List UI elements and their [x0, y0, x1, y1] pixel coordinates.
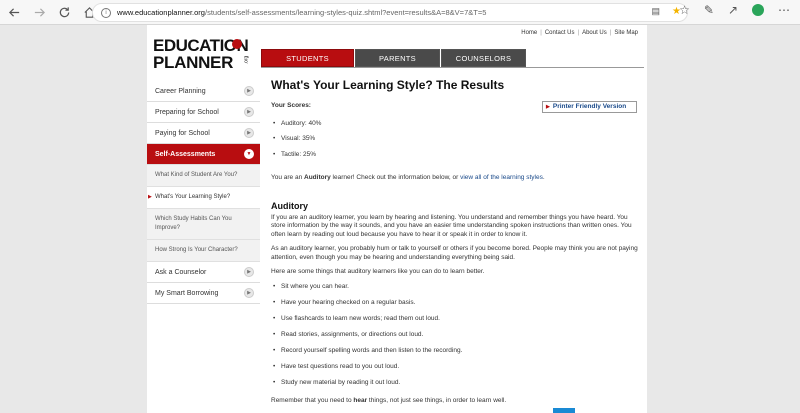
sidebar-item-self-assessments[interactable]: Self-Assessments ▼ — [147, 144, 260, 165]
result-end: . — [542, 174, 545, 181]
sidebar-item-label: Career Planning — [155, 87, 206, 95]
list-item: Record yourself spelling words and then … — [271, 347, 641, 363]
printer-friendly-button[interactable]: ▶ Printer Friendly Version — [542, 101, 637, 113]
share-icon[interactable]: ↗ — [728, 3, 738, 17]
list-item: Have your hearing checked on a regular b… — [271, 299, 641, 315]
site-info-icon[interactable]: i — [101, 7, 111, 18]
more-menu-icon[interactable]: ⋯ — [778, 3, 790, 17]
page-title: What's Your Learning Style? The Results — [271, 78, 505, 92]
sidebar-item-label: Self-Assessments — [155, 150, 216, 158]
chevron-right-icon: ▶ — [244, 288, 254, 298]
contact-us-link[interactable]: Contact Us — [542, 30, 578, 36]
view-all-learning-styles-link[interactable]: view all of the learning styles — [460, 174, 543, 181]
utility-nav: Home | Contact Us | About Us | Site Map — [518, 30, 641, 36]
url-path: /students/self-assessments/learning-styl… — [204, 8, 487, 17]
auditory-paragraph-1: If you are an auditory learner, you lear… — [271, 213, 632, 238]
printer-friendly-label: Printer Friendly Version — [552, 102, 627, 110]
arrow-right-icon: ▶ — [546, 103, 550, 110]
result-prefix: You are an — [271, 174, 305, 181]
logo-line-2: PLANNER — [153, 53, 234, 72]
profile-avatar[interactable] — [752, 4, 764, 16]
list-item: Sit where you can hear. — [271, 283, 641, 299]
sidebar-item-label: Paying for School — [155, 129, 210, 137]
remember-suffix: things, not just see things, in order to… — [367, 396, 507, 404]
tab-counselors[interactable]: COUNSELORS — [441, 49, 526, 67]
sidebar-item-ask-a-counselor[interactable]: Ask a Counselor ▶ — [147, 262, 260, 283]
list-item: Read stories, assignments, or directions… — [271, 331, 641, 347]
home-link[interactable]: Home — [518, 30, 540, 36]
logo-suffix: .org — [243, 55, 250, 65]
result-mid: learner! Check out the information below… — [330, 174, 461, 181]
sidebar-sub-study-habits[interactable]: Which Study Habits Can You Improve? — [147, 209, 260, 240]
sidebar-sub-what-kind-of-student[interactable]: What Kind of Student Are You? — [147, 165, 260, 187]
forward-icon[interactable] — [28, 1, 50, 23]
score-visual: Visual: 35% — [271, 135, 641, 151]
chevron-right-icon: ▶ — [244, 86, 254, 96]
remember-prefix: Remember that you need to — [271, 396, 354, 404]
score-tactile: Tactile: 25% — [271, 151, 641, 167]
score-auditory: Auditory: 40% — [271, 120, 641, 136]
result-summary: You are an Auditory learner! Check out t… — [271, 174, 641, 183]
browser-toolbar: i www.educationplanner.org/students/self… — [0, 0, 800, 25]
address-bar[interactable]: i www.educationplanner.org/students/self… — [92, 3, 688, 22]
tab-parents[interactable]: PARENTS — [355, 49, 440, 67]
chevron-right-icon: ▶ — [244, 107, 254, 117]
list-item: Study new material by reading it out lou… — [271, 379, 641, 395]
tab-students[interactable]: STUDENTS — [261, 49, 354, 67]
footer-button[interactable] — [553, 408, 575, 413]
list-item: Have test questions read to you out loud… — [271, 363, 641, 379]
sidebar-sub-learning-style[interactable]: What's Your Learning Style? — [147, 187, 260, 209]
site-logo[interactable]: EDUCATION PLANNER .org — [153, 37, 253, 75]
sidebar-item-label: Ask a Counselor — [155, 268, 207, 276]
back-icon[interactable] — [3, 1, 25, 23]
sidebar-item-label: Preparing for School — [155, 108, 219, 116]
sidebar-item-paying-for-school[interactable]: Paying for School ▶ — [147, 123, 260, 144]
sidebar-item-my-smart-borrowing[interactable]: My Smart Borrowing ▶ — [147, 283, 260, 304]
reading-list-icon[interactable]: ✎ — [704, 3, 714, 17]
refresh-icon[interactable] — [53, 1, 75, 23]
about-us-link[interactable]: About Us — [579, 30, 610, 36]
sidebar-sub-character[interactable]: How Strong Is Your Character? — [147, 240, 260, 262]
sidebar-item-career-planning[interactable]: Career Planning ▶ — [147, 81, 260, 102]
tabs-divider — [261, 67, 644, 68]
chevron-right-icon: ▶ — [244, 267, 254, 277]
sidebar-item-label: My Smart Borrowing — [155, 289, 219, 297]
sidebar-item-preparing-for-school[interactable]: Preparing for School ▶ — [147, 102, 260, 123]
apple-icon — [232, 39, 242, 49]
site-map-link[interactable]: Site Map — [611, 30, 641, 36]
auditory-paragraph-3: Here are some things that auditory learn… — [271, 268, 485, 275]
main-content: What's Your Learning Style? The Results … — [271, 78, 641, 405]
url-host: www.educationplanner.org — [117, 8, 205, 17]
remember-bold: hear — [353, 396, 368, 404]
auditory-paragraph-2: As an auditory learner, you probably hum… — [271, 245, 638, 261]
chevron-right-icon: ▶ — [244, 128, 254, 138]
section-heading: Auditory — [271, 200, 308, 211]
list-item: Use flashcards to learn new words; read … — [271, 315, 641, 331]
score-list: Auditory: 40% Visual: 35% Tactile: 25% — [271, 120, 641, 167]
page-container: EDUCATION PLANNER .org Home | Contact Us |… — [147, 25, 647, 413]
tips-list: Sit where you can hear. Have your hearin… — [271, 283, 641, 395]
favorites-bar-icon[interactable]: ☆ — [679, 3, 690, 17]
audience-tabs: STUDENTS PARENTS COUNSELORS — [261, 49, 526, 67]
result-style: Auditory — [304, 174, 331, 181]
sidebar: Career Planning ▶ Preparing for School ▶… — [147, 81, 260, 304]
chevron-down-icon: ▼ — [244, 149, 254, 159]
reading-view-icon[interactable]: ▤ — [652, 6, 661, 17]
remember-note: Remember that you need to hear things, n… — [271, 397, 641, 406]
